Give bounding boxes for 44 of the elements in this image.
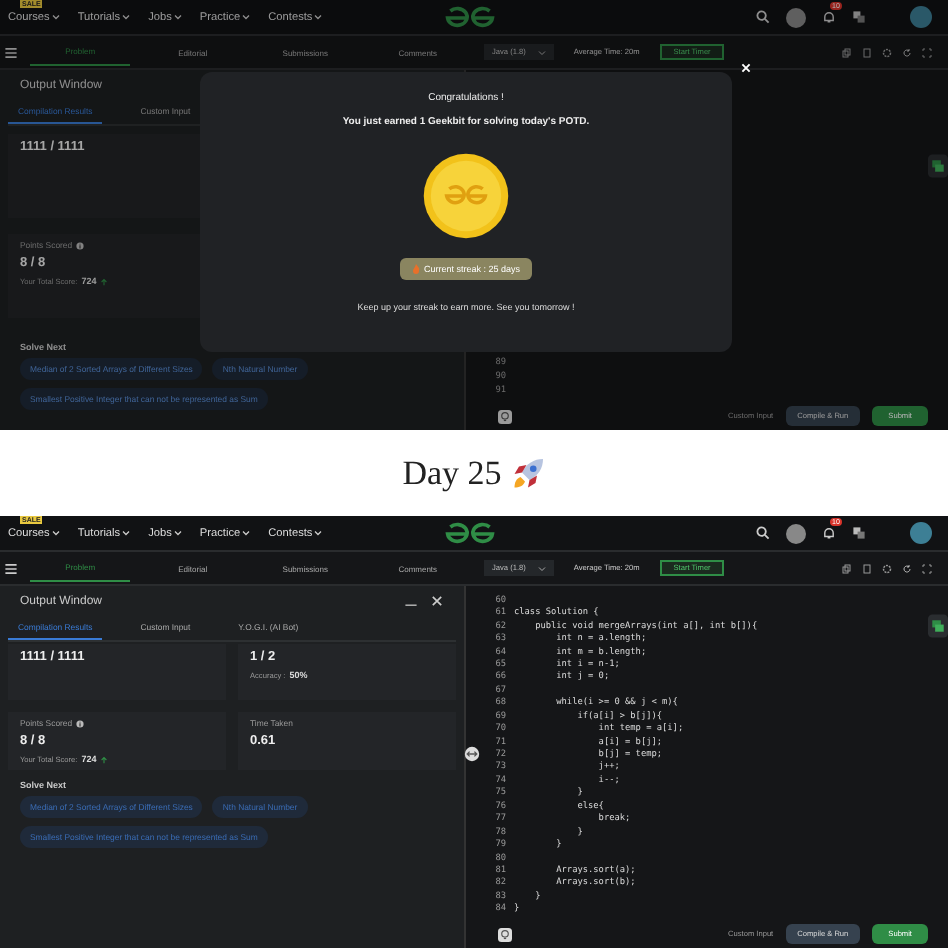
coin-icon: [422, 152, 510, 240]
lightbulb-icon[interactable]: [498, 409, 512, 423]
caret-icon: [314, 530, 323, 536]
avatar-circle[interactable]: [786, 523, 806, 543]
logo-icon[interactable]: [442, 6, 498, 30]
settings-icon[interactable]: [882, 563, 892, 573]
search-icon[interactable]: [756, 526, 770, 540]
caret-icon: [242, 530, 251, 536]
bell-icon[interactable]: [822, 10, 836, 24]
caret-icon: [51, 14, 60, 20]
caret-icon: [314, 14, 323, 20]
lightbulb-icon[interactable]: [498, 927, 512, 941]
rocket-icon: [509, 455, 546, 491]
caret-icon: [537, 565, 546, 571]
caret-icon: [51, 530, 60, 536]
copy-icon[interactable]: [842, 47, 852, 57]
caret-icon: [173, 14, 182, 20]
resize-handle-icon[interactable]: [464, 745, 480, 762]
refresh-icon[interactable]: [902, 47, 912, 57]
menu-icon[interactable]: [4, 561, 18, 575]
caret-icon: [537, 49, 546, 55]
refresh-icon[interactable]: [902, 563, 912, 573]
menu-icon[interactable]: [4, 45, 18, 59]
caret-icon: [173, 530, 182, 536]
caret-icon: [122, 530, 131, 536]
profile-avatar[interactable]: [910, 522, 932, 544]
caret-icon: [122, 14, 131, 20]
translate-icon[interactable]: [852, 10, 866, 24]
search-icon[interactable]: [756, 10, 770, 24]
settings-icon[interactable]: [882, 47, 892, 57]
profile-avatar[interactable]: [910, 6, 932, 28]
bell-icon[interactable]: [822, 526, 836, 540]
file-icon[interactable]: [862, 47, 872, 57]
copy-icon[interactable]: [842, 563, 852, 573]
file-icon[interactable]: [862, 563, 872, 573]
caret-icon: [242, 14, 251, 20]
day-caption: Day 25: [402, 453, 502, 493]
expand-icon[interactable]: [922, 563, 932, 573]
flame-icon: [411, 264, 420, 274]
avatar-circle[interactable]: [786, 7, 806, 27]
logo-icon[interactable]: [442, 522, 498, 546]
expand-icon[interactable]: [922, 47, 932, 57]
close-icon[interactable]: [430, 594, 444, 608]
translate-icon[interactable]: [852, 526, 866, 540]
